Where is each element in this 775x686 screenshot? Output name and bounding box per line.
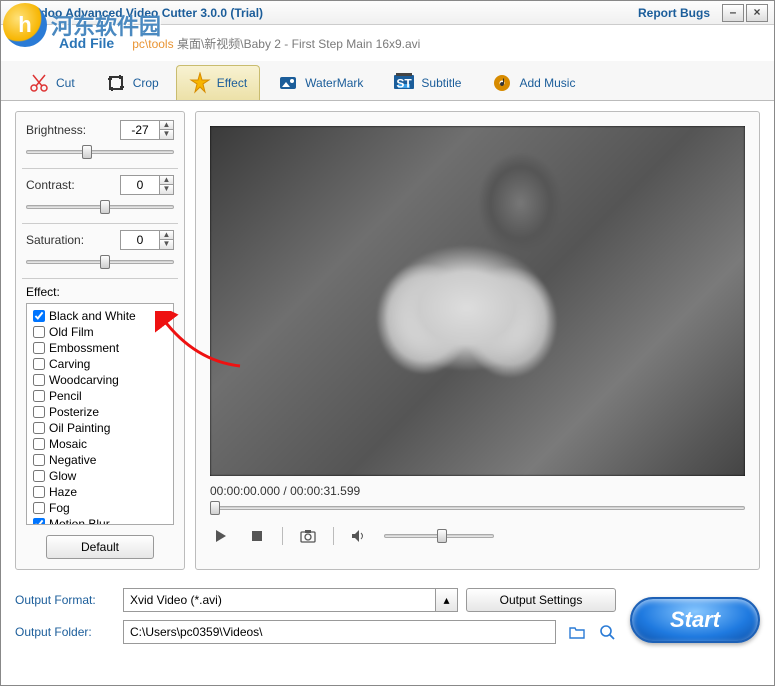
volume-slider[interactable] [384,528,494,544]
effect-item-label: Old Film [49,325,94,339]
effect-item[interactable]: Embossment [33,340,167,356]
video-preview [210,126,745,476]
tab-crop[interactable]: Crop [92,65,172,100]
effect-checkbox[interactable] [33,438,45,450]
contrast-input[interactable]: ▲▼ [120,175,174,195]
effect-item-label: Haze [49,485,77,499]
close-button[interactable]: × [746,4,768,22]
effect-checkbox[interactable] [33,518,45,525]
default-button[interactable]: Default [46,535,154,559]
tool-tabs: Cut Crop Effect WaterMark ST Subtitle Ad… [1,61,774,101]
logo-icon: h [3,3,47,47]
effect-item[interactable]: Carving [33,356,167,372]
tab-watermark[interactable]: WaterMark [264,65,376,100]
effect-item-label: Embossment [49,341,119,355]
effect-item[interactable]: Black and White [33,308,167,324]
tab-cut[interactable]: Cut [15,65,88,100]
crop-icon [105,72,127,94]
scissors-icon [28,72,50,94]
snapshot-button[interactable] [297,526,319,546]
spin-down-icon[interactable]: ▼ [159,185,173,194]
spin-down-icon[interactable]: ▼ [159,240,173,249]
tab-effect[interactable]: Effect [176,65,260,100]
effect-item[interactable]: Mosaic [33,436,167,452]
effect-checkbox[interactable] [33,374,45,386]
saturation-input[interactable]: ▲▼ [120,230,174,250]
effect-list: Black and White Old Film Embossment Carving… [26,303,174,525]
effect-checkbox[interactable] [33,310,45,322]
svg-text:ST: ST [397,77,413,91]
effect-checkbox[interactable] [33,390,45,402]
effect-checkbox[interactable] [33,358,45,370]
file-path: pc\tools 桌面\新视频\Baby 2 - First Step Main… [132,35,420,52]
contrast-label: Contrast: [26,178,75,192]
saturation-slider[interactable] [26,254,174,270]
output-folder-input[interactable]: C:\Users\pc0359\Videos\ [123,620,556,644]
effect-item-label: Negative [49,453,96,467]
effect-item[interactable]: Haze [33,484,167,500]
minimize-button[interactable]: – [722,4,744,22]
saturation-label: Saturation: [26,233,84,247]
report-bugs-link[interactable]: Report Bugs [638,6,710,20]
open-folder-icon[interactable] [568,623,586,641]
effect-item-label: Pencil [49,389,82,403]
effect-item-label: Motion Blur [49,517,110,525]
effect-item-label: Glow [49,469,76,483]
effect-checkbox[interactable] [33,406,45,418]
tab-subtitle[interactable]: ST Subtitle [380,65,474,100]
dropdown-icon[interactable]: ▴ [435,589,457,611]
music-disc-icon [491,72,513,94]
effect-item-label: Oil Painting [49,421,110,435]
effect-item-label: Fog [49,501,70,515]
effect-checkbox[interactable] [33,454,45,466]
brightness-slider[interactable] [26,144,174,160]
effect-checkbox[interactable] [33,502,45,514]
brightness-input[interactable]: ▲▼ [120,120,174,140]
volume-icon[interactable] [348,526,370,546]
site-name: 河东软件园 [51,9,161,41]
effect-item[interactable]: Posterize [33,404,167,420]
effect-item-label: Black and White [49,309,136,323]
effect-checkbox[interactable] [33,342,45,354]
preview-frame [210,126,745,476]
stop-button[interactable] [246,526,268,546]
brightness-label: Brightness: [26,123,86,137]
effect-item-label: Carving [49,357,90,371]
start-button[interactable]: Start [630,597,760,643]
output-format-label: Output Format: [15,593,115,607]
effect-checkbox[interactable] [33,326,45,338]
effect-panel: Brightness: ▲▼ Contrast: ▲▼ Satura [15,111,185,570]
timecode: 00:00:00.000 / 00:00:31.599 [210,484,745,498]
effect-item[interactable]: Woodcarving [33,372,167,388]
effect-item[interactable]: Glow [33,468,167,484]
effect-item[interactable]: Negative [33,452,167,468]
effect-item-label: Mosaic [49,437,87,451]
effect-item[interactable]: Oil Painting [33,420,167,436]
effect-item[interactable]: Fog [33,500,167,516]
site-watermark: h 河东软件园 [3,3,161,47]
effect-item-label: Woodcarving [49,373,119,387]
output-settings-button[interactable]: Output Settings [466,588,616,612]
watermark-icon [277,72,299,94]
output-format-select[interactable]: Xvid Video (*.avi) ▴ [123,588,458,612]
effect-list-label: Effect: [26,285,174,299]
effect-item-label: Posterize [49,405,99,419]
contrast-slider[interactable] [26,199,174,215]
seek-slider[interactable] [210,500,745,516]
effect-checkbox[interactable] [33,486,45,498]
effect-star-icon [189,72,211,94]
effect-item[interactable]: Old Film [33,324,167,340]
subtitle-icon: ST [393,72,415,94]
spin-down-icon[interactable]: ▼ [159,130,173,139]
tab-add-music[interactable]: Add Music [478,65,588,100]
effect-checkbox[interactable] [33,470,45,482]
effect-item[interactable]: Motion Blur [33,516,167,525]
effect-item[interactable]: Pencil [33,388,167,404]
browse-icon[interactable] [598,623,616,641]
play-button[interactable] [210,526,232,546]
effect-checkbox[interactable] [33,422,45,434]
output-folder-label: Output Folder: [15,625,115,639]
